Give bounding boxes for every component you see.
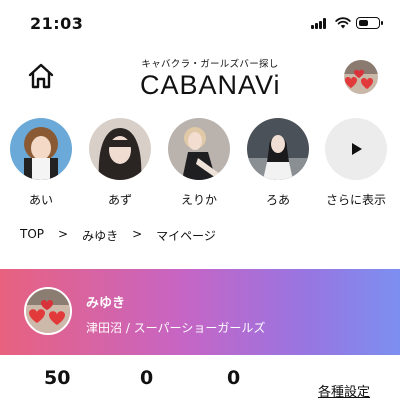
story-label: えりか bbox=[180, 193, 217, 207]
status-bar: 21:03 bbox=[0, 0, 400, 44]
battery-icon bbox=[356, 17, 383, 29]
story-avatar bbox=[10, 118, 72, 180]
story-label: あず bbox=[107, 193, 132, 207]
story-item-azu[interactable]: あず bbox=[85, 118, 155, 208]
profile-name: みゆき bbox=[86, 296, 126, 311]
story-label: あい bbox=[28, 193, 53, 207]
breadcrumb-separator: > bbox=[58, 227, 69, 241]
story-item-ai[interactable]: あい bbox=[6, 118, 76, 208]
home-icon[interactable] bbox=[27, 62, 55, 90]
breadcrumb-top[interactable]: TOP bbox=[20, 227, 44, 244]
more-circle bbox=[325, 118, 387, 180]
breadcrumb-separator: > bbox=[132, 227, 143, 241]
stat-value-2: 0 bbox=[140, 367, 154, 389]
story-avatar bbox=[168, 118, 230, 180]
status-time: 21:03 bbox=[30, 14, 84, 33]
profile-avatar[interactable] bbox=[24, 287, 72, 335]
logo-text: CABANAVi bbox=[140, 70, 281, 100]
play-icon bbox=[352, 143, 362, 155]
breadcrumb-miyuki[interactable]: みゆき bbox=[82, 227, 118, 244]
wifi-icon bbox=[335, 17, 351, 29]
story-avatar bbox=[247, 118, 309, 180]
story-item-erika[interactable]: えりか bbox=[164, 118, 234, 208]
settings-link[interactable]: 各種設定 bbox=[318, 381, 370, 400]
user-avatar[interactable] bbox=[344, 60, 378, 94]
profile-banner: みゆき 津田沼 / スーパーショーガールズ bbox=[0, 269, 400, 355]
story-avatar bbox=[89, 118, 151, 180]
breadcrumb-mypage: マイページ bbox=[156, 229, 216, 243]
stat-value-1: 50 bbox=[44, 367, 71, 389]
logo-tagline: キャバクラ・ガールズバー探し bbox=[141, 59, 279, 70]
signal-icon bbox=[311, 18, 329, 29]
logo[interactable]: キャバクラ・ガールズバー探し CABANAVi bbox=[140, 56, 280, 99]
battery-level bbox=[359, 20, 368, 26]
story-item-roa[interactable]: ろあ bbox=[243, 118, 313, 208]
see-more-label: さらに表示 bbox=[325, 193, 386, 207]
stat-value-3: 0 bbox=[227, 367, 241, 389]
see-more-button[interactable]: さらに表示 bbox=[321, 118, 391, 208]
story-label: ろあ bbox=[265, 193, 290, 207]
profile-area-shop: 津田沼 / スーパーショーガールズ bbox=[86, 321, 266, 335]
breadcrumb: TOP > みゆき > マイページ bbox=[20, 227, 216, 244]
